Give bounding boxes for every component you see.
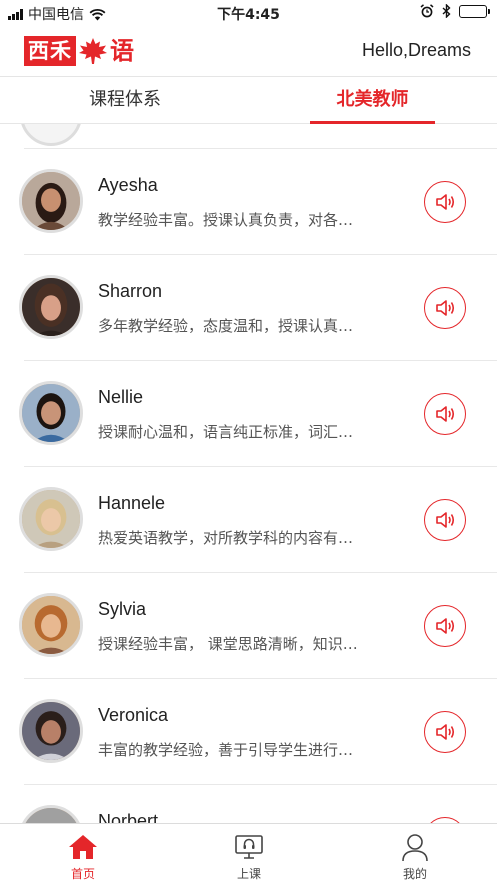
teacher-description: 教学经验丰富。授课认真负责，对各… [98, 211, 354, 229]
bottom-nav: 首页 上课 我的 [0, 823, 497, 883]
teacher-avatar [19, 169, 83, 233]
speaker-icon [436, 618, 455, 634]
teacher-row[interactable]: Ayesha 教学经验丰富。授课认真负责，对各… [0, 149, 497, 255]
tab-north-american-teachers[interactable]: 北美教师 [310, 78, 435, 124]
play-audio-button[interactable] [424, 711, 466, 753]
play-audio-button[interactable] [424, 287, 466, 329]
app-logo: 西禾 语 [24, 35, 134, 67]
nav-home[interactable]: 首页 [0, 824, 166, 884]
teacher-description: 授课经验丰富， 课堂思路清晰，知识… [98, 635, 358, 653]
teacher-avatar [19, 275, 83, 339]
speaker-icon [436, 512, 455, 528]
nav-class[interactable]: 上课 [166, 824, 332, 884]
teacher-list[interactable]: Ayesha 教学经验丰富。授课认真负责，对各… Sharron 多年教学经验，… [0, 124, 497, 824]
teacher-row[interactable]: Veronica 丰富的教学经验，善于引导学生进行… [0, 679, 497, 785]
nav-mine[interactable]: 我的 [332, 824, 497, 884]
avatar [20, 124, 82, 146]
tab-course-system[interactable]: 课程体系 [60, 78, 190, 124]
maple-leaf-icon [79, 38, 107, 64]
play-audio-button[interactable] [424, 499, 466, 541]
monitor-headset-icon [235, 835, 263, 859]
bluetooth-icon [442, 4, 451, 18]
teacher-row[interactable]: Sylvia 授课经验丰富， 课堂思路清晰，知识… [0, 573, 497, 679]
logo-tail-text: 语 [110, 36, 134, 65]
nav-label: 上课 [236, 867, 261, 881]
app-header: 西禾 语 Hello,Dreams [0, 26, 497, 77]
teacher-name: Ayesha [98, 175, 158, 195]
status-bar: 中国电信 下午4:45 [0, 0, 497, 26]
teacher-avatar [19, 381, 83, 445]
play-audio-button[interactable] [424, 181, 466, 223]
user-icon [402, 834, 428, 862]
teacher-row[interactable]: Nellie 授课耐心温和，语言纯正标准，词汇… [0, 361, 497, 467]
nav-label: 首页 [70, 867, 95, 881]
teacher-avatar [19, 805, 83, 824]
battery-icon [459, 4, 490, 18]
teacher-avatar [19, 593, 83, 657]
alarm-icon [420, 4, 434, 18]
home-icon [69, 835, 97, 859]
speaker-icon [436, 300, 455, 316]
user-greeting: Hello,Dreams [361, 40, 471, 60]
teacher-row[interactable]: Hannele 热爱英语教学，对所教学科的内容有… [0, 467, 497, 573]
teacher-name: Veronica [98, 705, 169, 725]
speaker-icon [436, 406, 455, 422]
play-audio-button[interactable] [424, 393, 466, 435]
teacher-description: 授课耐心温和，语言纯正标准，词汇… [98, 423, 354, 441]
teacher-row[interactable]: Sharron 多年教学经验，态度温和，授课认真… [0, 255, 497, 361]
teacher-description: 热爱英语教学，对所教学科的内容有… [98, 529, 354, 547]
teacher-name: Nellie [98, 387, 144, 407]
teacher-row[interactable]: Norbert [0, 785, 497, 824]
nav-label: 我的 [402, 867, 427, 881]
teacher-avatar [19, 699, 83, 763]
tab-label: 北美教师 [336, 89, 409, 110]
logo-text: 西禾 [24, 36, 76, 66]
tab-bar: 课程体系 北美教师 [0, 78, 497, 124]
teacher-description: 丰富的教学经验，善于引导学生进行… [98, 741, 354, 759]
speaker-icon [436, 194, 455, 210]
speaker-icon [436, 724, 455, 740]
teacher-name: Sharron [98, 281, 163, 301]
teacher-description: 多年教学经验，态度温和，授课认真… [98, 317, 354, 335]
play-audio-button[interactable] [424, 605, 466, 647]
teacher-name: Hannele [98, 493, 166, 513]
status-right [420, 4, 490, 18]
teacher-avatar [19, 487, 83, 551]
teacher-name: Sylvia [98, 599, 147, 619]
